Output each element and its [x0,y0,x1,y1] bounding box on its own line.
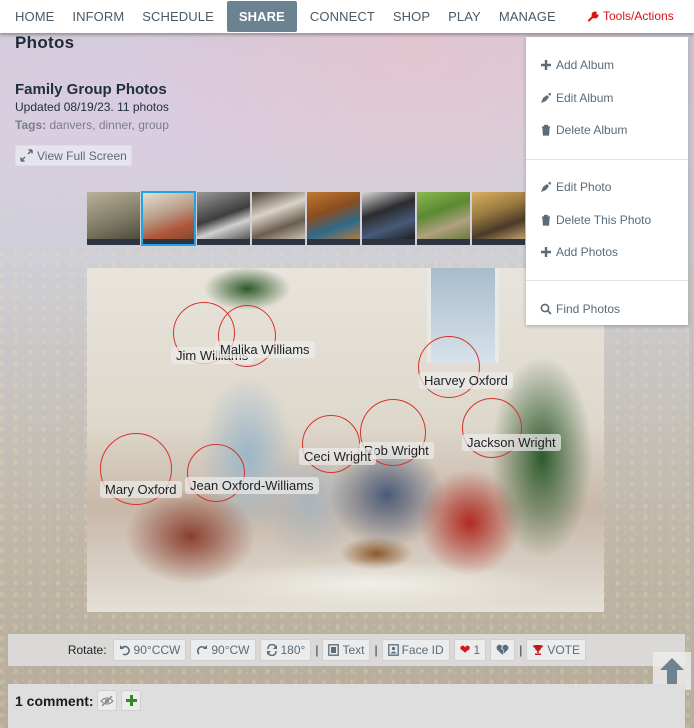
separator: | [519,643,523,657]
arrow-up-icon [660,658,684,684]
menu-label: Find Photos [556,302,621,316]
face-label-jackson: Jackson Wright [462,434,561,451]
thumbnail[interactable] [87,192,140,245]
tags-list[interactable]: danvers, dinner, group [49,118,168,132]
thumbnail[interactable] [307,192,360,245]
nav-schedule[interactable]: SCHEDULE [133,1,223,32]
plus-icon [125,695,137,706]
album-tags: Tags: danvers, dinner, group [15,118,169,132]
tags-label: Tags: [15,118,47,132]
vote-button[interactable]: VOTE [526,639,586,661]
menu-label: Add Photos [556,245,619,259]
comments-count-label: 1 comment: [15,693,94,709]
nav-play[interactable]: PLAY [439,1,490,32]
page-scrollbar[interactable] [689,33,694,728]
face-label-jean: Jean Oxford-Williams [185,477,319,494]
thumbnail[interactable] [197,192,250,245]
rotate-cw-button[interactable]: 90°CW [190,639,256,661]
rotate-label: Rotate: [67,643,107,657]
page-title: Photos [15,33,75,52]
trash-icon [542,124,550,136]
nav-inform[interactable]: INFORM [63,1,133,32]
album-updated: Updated 08/19/23. 11 photos [15,100,169,114]
add-comment-button[interactable] [121,690,141,711]
tools-actions-label: Tools/Actions [603,8,674,23]
menu-label: Delete Album [556,123,628,137]
nav-home[interactable]: HOME [0,1,63,32]
heart-icon: ❤ [459,642,471,657]
menu-divider [526,280,688,281]
trophy-icon [533,645,544,655]
rotate-ccw-button[interactable]: 90°CCW [112,639,187,661]
menu-divider [526,159,688,160]
menu-label: Delete This Photo [556,213,652,227]
unlike-button[interactable] [490,639,516,661]
plus-icon [541,60,551,70]
expand-icon [20,149,33,162]
menu-find-photos[interactable]: Find Photos [540,302,620,316]
face-label-harvey: Harvey Oxford [419,372,513,389]
menu-edit-album[interactable]: Edit Album [540,91,613,105]
menu-add-album[interactable]: Add Album [540,58,614,72]
menu-delete-photo[interactable]: Delete This Photo [540,213,651,227]
text-button[interactable]: Text [322,639,371,661]
thumbnail-strip [87,191,525,246]
thumbnail[interactable] [472,192,525,245]
face-id-label: Face ID [401,643,444,657]
menu-label: Edit Photo [556,180,612,194]
like-button[interactable]: ❤ 1 [453,639,487,661]
refresh-icon [266,644,277,656]
rotate-ccw-icon [119,645,130,656]
trash-icon [542,214,550,226]
menu-add-photos[interactable]: Add Photos [540,245,618,259]
rotate-cw-icon [197,645,208,655]
nav-manage[interactable]: MANAGE [490,1,565,32]
thumbnail[interactable] [362,192,415,245]
vote-label: VOTE [547,643,580,657]
text-label: Text [342,643,365,657]
search-icon [540,303,552,315]
face-label-ceci: Ceci Wright [299,448,376,465]
plus-icon [541,247,551,257]
view-full-screen-label: View Full Screen [37,148,127,163]
menu-delete-album[interactable]: Delete Album [540,123,627,137]
text-doc-icon [328,644,340,656]
main-nav: HOME INFORM SCHEDULE SHARE CONNECT SHOP … [0,0,694,33]
separator: | [374,643,378,657]
menu-edit-photo[interactable]: Edit Photo [540,180,611,194]
tools-actions-menu: Add Album Edit Album Delete Album Edit P… [526,37,688,325]
thumbnail-selected[interactable] [141,191,196,246]
face-id-button[interactable]: Face ID [381,639,450,661]
view-full-screen-button[interactable]: View Full Screen [15,145,132,166]
like-count: 1 [473,643,481,657]
face-label-malika: Malika Williams [215,341,315,358]
portrait-icon [387,644,399,656]
album-title: Family Group Photos [15,81,167,98]
rotate-ccw-label: 90°CCW [133,643,181,657]
rotate-180-button[interactable]: 180° [259,639,312,661]
rotate-180-label: 180° [280,643,306,657]
comments-panel: 1 comment: [8,684,685,728]
nav-shop[interactable]: SHOP [384,1,439,32]
broken-heart-icon [496,644,509,655]
rotate-cw-label: 90°CW [211,643,250,657]
nav-connect[interactable]: CONNECT [301,1,384,32]
wrench-icon [588,10,599,21]
tools-actions-button[interactable]: Tools/Actions [588,0,674,31]
face-label-mary: Mary Oxford [100,481,182,498]
separator: | [315,643,319,657]
menu-label: Add Album [556,58,615,72]
photo-action-bar: Rotate: 90°CCW 90°CW 180° | Text | Face … [8,634,685,666]
eye-slash-icon [100,695,114,706]
hide-comments-button[interactable] [97,690,117,711]
thumbnail[interactable] [252,192,305,245]
thumbnail[interactable] [417,192,470,245]
pen-icon [541,181,552,192]
pen-icon [541,92,552,103]
menu-label: Edit Album [556,91,614,105]
nav-share[interactable]: SHARE [226,1,297,32]
